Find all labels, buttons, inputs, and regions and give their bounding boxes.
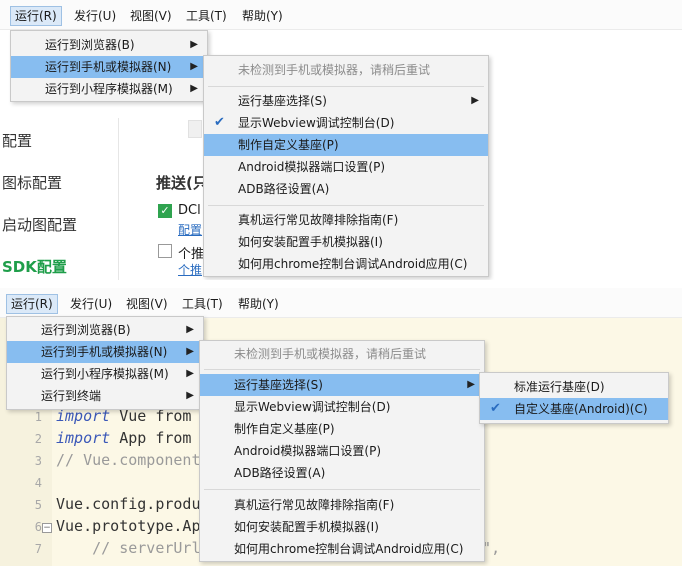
line-number: 7	[34, 542, 42, 556]
checkmark-icon: ✔	[490, 401, 501, 416]
menu-item-chrome-debug[interactable]: 如何用chrome控制台调试Android应用(C)	[204, 253, 488, 275]
settings-toolbar-fragment	[188, 120, 202, 138]
device-submenu: 未检测到手机或模拟器，请稍后重试 运行基座选择(S) ▶ 显示Webview调试…	[199, 340, 485, 562]
chevron-right-icon: ▶	[186, 390, 194, 401]
code-line: Vue.config.produ	[56, 495, 201, 513]
menu-item-android-port[interactable]: Android模拟器端口设置(P)	[204, 156, 488, 178]
dcloud-push-label: DCl	[178, 203, 201, 218]
menu-item-webview-console[interactable]: ✔ 显示Webview调试控制台(D)	[204, 112, 488, 134]
screenshot-top: 配置 图标配置 启动图配置 SDK配置 推送(只 ✓ DCl 配置 个推 个推 …	[0, 0, 682, 280]
code-line: // serverUrl	[56, 539, 201, 557]
chevron-right-icon: ▶	[186, 346, 194, 357]
getui-push-label: 个推	[178, 247, 205, 262]
no-device-notice: 未检测到手机或模拟器，请稍后重试	[238, 63, 431, 77]
checkmark-icon: ✔	[214, 115, 225, 130]
menu-item-run-browser[interactable]: 运行到浏览器(B) ▶	[7, 319, 203, 341]
menu-help[interactable]: 帮助(Y)	[238, 6, 287, 26]
menu-view[interactable]: 视图(V)	[122, 294, 172, 314]
menu-item-install-emulator[interactable]: 如何安装配置手机模拟器(I)	[200, 516, 484, 538]
code-line: import App from	[56, 429, 192, 447]
line-number: 3	[34, 454, 42, 468]
menu-item-base-select[interactable]: 运行基座选择(S) ▶	[200, 374, 484, 396]
line-number: 2	[34, 432, 42, 446]
sidebar-item-config[interactable]: 配置	[2, 130, 32, 151]
menu-item-standard-base[interactable]: 标准运行基座(D)	[480, 376, 668, 398]
menu-item-webview-console[interactable]: 显示Webview调试控制台(D)	[200, 396, 484, 418]
menu-separator	[204, 369, 480, 370]
menu-item-make-custom-base[interactable]: 制作自定义基座(P)	[200, 418, 484, 440]
run-menu: 运行到浏览器(B) ▶ 运行到手机或模拟器(N) ▶ 运行到小程序模拟器(M) …	[6, 316, 204, 410]
chevron-right-icon: ▶	[186, 324, 194, 335]
menu-view[interactable]: 视图(V)	[126, 6, 176, 26]
sidebar-item-splash-config[interactable]: 启动图配置	[2, 214, 77, 235]
no-device-notice: 未检测到手机或模拟器，请稍后重试	[234, 347, 427, 361]
screenshot-bottom: 1 2 3 4 5 6 − 7 import Vue from import A…	[0, 288, 682, 566]
menu-item-base-select[interactable]: 运行基座选择(S) ▶	[204, 90, 488, 112]
menu-item-make-custom-base[interactable]: 制作自定义基座(P)	[204, 134, 488, 156]
chevron-right-icon: ▶	[467, 379, 475, 390]
menu-tools[interactable]: 工具(T)	[182, 6, 231, 26]
menu-publish[interactable]: 发行(U)	[66, 294, 116, 314]
menu-separator	[204, 489, 480, 490]
menu-item-run-miniprogram[interactable]: 运行到小程序模拟器(M) ▶	[7, 363, 203, 385]
menu-item-custom-base-android[interactable]: ✔ 自定义基座(Android)(C)	[480, 398, 668, 420]
getui-push-checkbox[interactable]	[158, 244, 172, 258]
menu-item-run-miniprogram[interactable]: 运行到小程序模拟器(M) ▶	[11, 78, 207, 100]
menu-item-chrome-debug[interactable]: 如何用chrome控制台调试Android应用(C)	[200, 538, 484, 560]
menu-item-adb-path[interactable]: ADB路径设置(A)	[200, 462, 484, 484]
push-heading: 推送(只	[156, 174, 208, 192]
menu-help[interactable]: 帮助(Y)	[234, 294, 283, 314]
line-number: 1	[34, 410, 42, 424]
menu-item-android-port[interactable]: Android模拟器端口设置(P)	[200, 440, 484, 462]
dcloud-push-link[interactable]: 配置	[178, 221, 202, 238]
menu-item-troubleshoot[interactable]: 真机运行常见故障排除指南(F)	[200, 494, 484, 516]
menu-item-run-terminal[interactable]: 运行到终端 ▶	[7, 385, 203, 407]
menu-item-adb-path[interactable]: ADB路径设置(A)	[204, 178, 488, 200]
fold-toggle-icon[interactable]: −	[42, 523, 52, 533]
chevron-right-icon: ▶	[186, 368, 194, 379]
menu-item-run-browser[interactable]: 运行到浏览器(B) ▶	[11, 34, 207, 56]
menu-item-run-device[interactable]: 运行到手机或模拟器(N) ▶	[7, 341, 203, 363]
menu-item-troubleshoot[interactable]: 真机运行常见故障排除指南(F)	[204, 209, 488, 231]
settings-divider	[118, 118, 119, 280]
menu-bar: 运行(R) 发行(U) 视图(V) 工具(T) 帮助(Y)	[0, 0, 682, 30]
menu-separator	[208, 86, 484, 87]
menu-tools[interactable]: 工具(T)	[178, 294, 227, 314]
menu-run[interactable]: 运行(R)	[6, 294, 58, 314]
chevron-right-icon: ▶	[190, 61, 198, 72]
sidebar-item-sdk-config[interactable]: SDK配置	[2, 256, 67, 277]
menu-bar: 运行(R) 发行(U) 视图(V) 工具(T) 帮助(Y)	[0, 288, 682, 318]
getui-push-link[interactable]: 个推	[178, 261, 202, 278]
chevron-right-icon: ▶	[471, 95, 479, 106]
chevron-right-icon: ▶	[190, 83, 198, 94]
line-number: 5	[34, 498, 42, 512]
sidebar-item-icon-config[interactable]: 图标配置	[2, 172, 62, 193]
line-number: 4	[34, 476, 42, 490]
code-line: Vue.prototype.Ap	[56, 517, 201, 535]
base-select-submenu: 标准运行基座(D) ✔ 自定义基座(Android)(C)	[479, 372, 669, 424]
run-menu: 运行到浏览器(B) ▶ 运行到手机或模拟器(N) ▶ 运行到小程序模拟器(M) …	[10, 30, 208, 102]
menu-item-run-device[interactable]: 运行到手机或模拟器(N) ▶	[11, 56, 207, 78]
menu-item-install-emulator[interactable]: 如何安装配置手机模拟器(I)	[204, 231, 488, 253]
menu-publish[interactable]: 发行(U)	[70, 6, 120, 26]
line-number: 6	[34, 520, 42, 534]
menu-run[interactable]: 运行(R)	[10, 6, 62, 26]
dcloud-push-checkbox[interactable]: ✓	[158, 204, 172, 218]
device-submenu: 未检测到手机或模拟器，请稍后重试 运行基座选择(S) ▶ ✔ 显示Webview…	[203, 55, 489, 277]
menu-separator	[208, 205, 484, 206]
code-line: // Vue.component	[56, 451, 201, 469]
chevron-right-icon: ▶	[190, 39, 198, 50]
